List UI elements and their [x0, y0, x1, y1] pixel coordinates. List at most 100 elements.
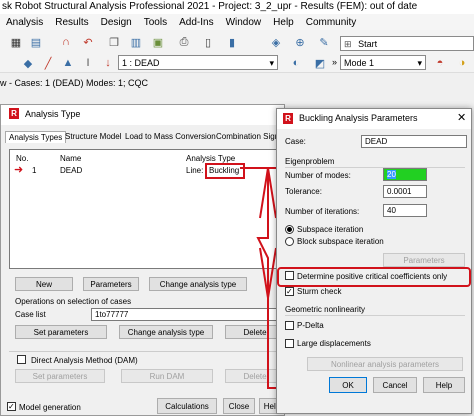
change-analysis-type-button-2[interactable]: Change analysis type	[119, 325, 213, 339]
model-generation-label: Model generation	[19, 403, 81, 412]
case-field: DEAD	[361, 135, 467, 148]
load-icon[interactable]: ↓	[100, 55, 116, 71]
buckling-titlebar: R Buckling Analysis Parameters ✕	[277, 109, 471, 129]
change-analysis-type-button[interactable]: Change analysis type	[149, 277, 247, 291]
subspace-radio[interactable]	[285, 225, 294, 234]
dam-checkbox[interactable]	[17, 355, 26, 364]
case-list-label: Case list	[15, 310, 46, 319]
close-icon[interactable]: ✕	[457, 111, 466, 124]
menu-design[interactable]: Design	[95, 17, 138, 28]
tolerance-label: Tolerance:	[285, 187, 322, 196]
table-icon[interactable]: ▥	[128, 34, 144, 50]
node-icon[interactable]: ◆	[20, 55, 36, 71]
start-icon: ⊞	[344, 39, 352, 49]
block-subspace-radio[interactable]	[285, 237, 294, 246]
app-logo-icon: R	[283, 113, 293, 124]
results-icon[interactable]: ◐	[288, 55, 304, 71]
document-icon[interactable]: ▯	[200, 34, 216, 50]
parameters-button[interactable]: Parameters	[83, 277, 139, 291]
subspace-label: Subspace iteration	[297, 225, 364, 234]
window-title: sk Robot Structural Analysis Professiona…	[0, 0, 474, 14]
tolerance-input[interactable]: 0.0001	[383, 185, 427, 198]
mode-combo[interactable]: Mode 1 ▾	[340, 55, 426, 70]
section-icon[interactable]: I	[80, 55, 96, 71]
eigenproblem-label: Eigenproblem	[285, 157, 335, 166]
run-dam-button[interactable]: Run DAM	[121, 369, 213, 383]
chevron-down-icon: ▾	[417, 58, 422, 68]
iterations-input[interactable]: 40	[383, 204, 427, 217]
print-icon[interactable]: ⎙	[176, 34, 192, 50]
deformation-icon[interactable]: ◓	[432, 55, 448, 71]
zoom-icon[interactable]: ⊕	[292, 34, 308, 50]
calculations-button[interactable]: Calculations	[157, 398, 217, 414]
mode-prefix: »	[332, 57, 338, 67]
block-subspace-label: Block subspace iteration	[297, 237, 384, 246]
row-type-prefix: Line:	[186, 166, 204, 175]
buckling-parameters-button[interactable]: Parameters	[383, 253, 465, 267]
undo-icon[interactable]: ↶	[80, 34, 96, 50]
case-label: Case:	[285, 137, 306, 146]
start-combo[interactable]: ⊞ Start	[340, 36, 474, 51]
tab-analysis-types[interactable]: Analysis Types	[5, 131, 67, 143]
p-delta-checkbox[interactable]	[285, 321, 294, 330]
row-name: DEAD	[60, 166, 83, 175]
p-delta-label: P-Delta	[297, 321, 324, 330]
ok-button[interactable]: OK	[329, 377, 367, 393]
image-icon[interactable]: ▣	[150, 34, 166, 50]
buckling-help-button[interactable]: Help	[423, 377, 465, 393]
menu-community[interactable]: Community	[300, 17, 363, 28]
magnet-icon[interactable]: ∩	[58, 34, 74, 50]
sturm-checkbox[interactable]: ✓	[285, 287, 294, 296]
check-icon: ✓	[8, 402, 15, 411]
toolbar-row-1: ▦ ▤ ∩ ↶ ❐ ▥ ▣ ⎙ ▯ ▮ ◈ ⊕ ✎ ⊞ Start	[0, 30, 474, 55]
support-icon[interactable]: ▲	[60, 55, 76, 71]
copy-icon[interactable]: ❐	[106, 34, 122, 50]
wrench-icon[interactable]: ✎	[316, 34, 332, 50]
tab-load-mass-conversion[interactable]: Load to Mass Conversion	[125, 132, 216, 141]
case-combo-value: 1 : DEAD	[122, 58, 160, 68]
iterations-label: Number of iterations:	[285, 207, 360, 216]
menu-add-ins[interactable]: Add-Ins	[173, 17, 219, 28]
model-generation-checkbox[interactable]: ✓	[7, 402, 16, 411]
dam-label: Direct Analysis Method (DAM)	[31, 356, 138, 365]
column-header-analysis-type: Analysis Type	[186, 154, 236, 163]
tab-structure-model[interactable]: Structure Model	[65, 132, 121, 141]
bars-icon[interactable]: ▮	[224, 34, 240, 50]
row-no: 1	[32, 166, 37, 175]
positive-coefficients-checkbox[interactable]	[285, 271, 294, 280]
new-button[interactable]: New	[15, 277, 73, 291]
num-modes-input[interactable]: 20	[383, 168, 427, 181]
menu-analysis[interactable]: Analysis	[0, 17, 49, 28]
animation-icon[interactable]: ◑	[454, 55, 470, 71]
check-icon: ✓	[286, 287, 293, 296]
large-displacements-checkbox[interactable]	[285, 339, 294, 348]
eigenproblem-divider	[285, 167, 465, 168]
column-header-name: Name	[60, 154, 82, 163]
nonlinear-parameters-button[interactable]: Nonlinear analysis parameters	[307, 357, 463, 371]
grid-icon[interactable]: ▤	[28, 34, 44, 50]
menu-tools[interactable]: Tools	[138, 17, 173, 28]
analysis-type-title: Analysis Type	[25, 109, 81, 119]
menu-bar: Analysis Results Design Tools Add-Ins Wi…	[0, 14, 474, 30]
menu-help[interactable]: Help	[267, 17, 300, 28]
start-value: Start	[358, 39, 378, 49]
tab-strip: Analysis Types Structure Model Load to M…	[5, 131, 284, 145]
case-combo[interactable]: 1 : DEAD ▾	[118, 55, 278, 70]
chevron-down-icon: ▾	[269, 58, 274, 68]
mode-combo-value: Mode 1	[344, 58, 375, 68]
menu-results[interactable]: Results	[49, 17, 94, 28]
cancel-button[interactable]: Cancel	[373, 377, 417, 393]
set-parameters-dam-button[interactable]: Set parameters	[15, 369, 105, 383]
diagram-icon[interactable]: ◩	[312, 55, 328, 71]
set-parameters-button[interactable]: Set parameters	[15, 325, 107, 339]
column-header-no: No.	[16, 154, 29, 163]
radio-dot-icon	[287, 227, 292, 232]
large-displacements-label: Large displacements	[297, 339, 371, 348]
arrow-right-icon: ➜	[14, 164, 24, 176]
menu-window[interactable]: Window	[220, 17, 268, 28]
view-3d-icon[interactable]: ◈	[268, 34, 284, 50]
calculator-icon[interactable]: ▦	[8, 34, 24, 50]
bar-icon[interactable]: ╱	[40, 55, 56, 71]
tab-combination-sign[interactable]: Combination Sign	[216, 132, 279, 141]
toolbar-row-2: ◆ ╱ ▲ I ↓ 1 : DEAD ▾ ◐ ◩ » Mode 1 ▾ ◓ ◑	[0, 54, 474, 73]
